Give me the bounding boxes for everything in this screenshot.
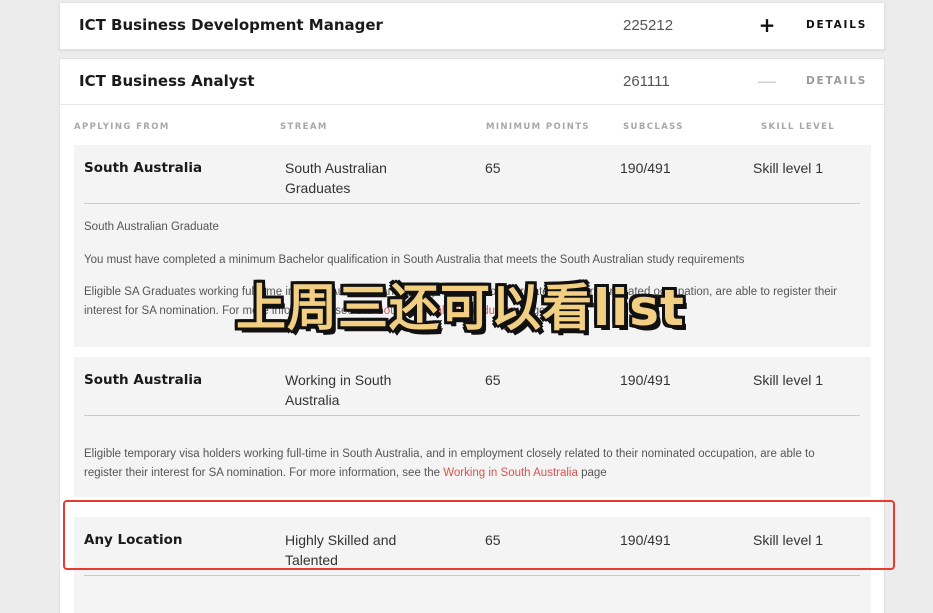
- column-header-subclass: SUBCLASS: [623, 122, 684, 132]
- stream-cell: Working in South Australia: [285, 372, 392, 408]
- applying-from-cell: South Australia: [84, 160, 203, 176]
- column-header-minimum-points: MINIMUM POINTS: [486, 122, 590, 132]
- column-header-stream: STREAM: [280, 122, 328, 132]
- stream-cell: Highly Skilled and Talented: [285, 532, 397, 568]
- column-header-skill-level: SKILL LEVEL: [761, 122, 836, 132]
- column-header-applying-from: APPLYING FROM: [74, 122, 170, 132]
- occupation-row-expanded[interactable]: ICT Business Analyst 261111 — DETAILS: [59, 58, 885, 104]
- row-divider: [84, 415, 860, 416]
- subclass-cell: 190/491: [620, 372, 671, 388]
- stream-description: Eligible SA Graduates working full-time …: [84, 286, 838, 317]
- occupation-list: ICT Business Development Manager 225212 …: [59, 0, 885, 613]
- subclass-cell: 190/491: [620, 532, 671, 548]
- table-row: South Australia South Australian Graduat…: [74, 145, 871, 347]
- occupation-title: ICT Business Analyst: [79, 72, 255, 90]
- applying-from-cell: Any Location: [84, 532, 183, 548]
- details-link[interactable]: DETAILS: [806, 75, 867, 87]
- minimum-points-cell: 65: [485, 372, 501, 388]
- minimum-points-cell: 65: [485, 160, 501, 176]
- skill-level-cell: Skill level 1: [753, 372, 824, 388]
- occupation-code: 225212: [623, 17, 674, 34]
- skill-level-cell: Skill level 1: [753, 160, 824, 176]
- subclass-cell: 190/491: [620, 160, 671, 176]
- expand-plus-icon[interactable]: +: [756, 12, 778, 38]
- stream-page-link[interactable]: Working in South Australia: [443, 467, 578, 479]
- stream-page-link[interactable]: South Australian Graduates: [376, 305, 517, 317]
- applying-from-cell: South Australia: [84, 372, 203, 388]
- occupation-title: ICT Business Development Manager: [79, 16, 383, 34]
- table-row: Any Location Highly Skilled and Talented…: [74, 517, 871, 613]
- stream-description: Eligible temporary visa holders working …: [84, 448, 815, 479]
- details-link[interactable]: DETAILS: [806, 19, 867, 31]
- stream-requirement: You must have completed a minimum Bachel…: [84, 254, 745, 266]
- collapse-minus-icon[interactable]: —: [756, 68, 778, 94]
- occupation-details-panel: APPLYING FROM STREAM MINIMUM POINTS SUBC…: [59, 104, 885, 613]
- row-divider: [84, 203, 860, 204]
- occupation-code: 261111: [623, 73, 670, 90]
- occupation-row[interactable]: ICT Business Development Manager 225212 …: [59, 2, 885, 50]
- stream-subtitle: South Australian Graduate: [84, 221, 219, 233]
- row-divider: [84, 575, 860, 576]
- table-row: South Australia Working in South Austral…: [74, 357, 871, 497]
- minimum-points-cell: 65: [485, 532, 501, 548]
- stream-cell: South Australian Graduates: [285, 160, 387, 196]
- skill-level-cell: Skill level 1: [753, 532, 824, 548]
